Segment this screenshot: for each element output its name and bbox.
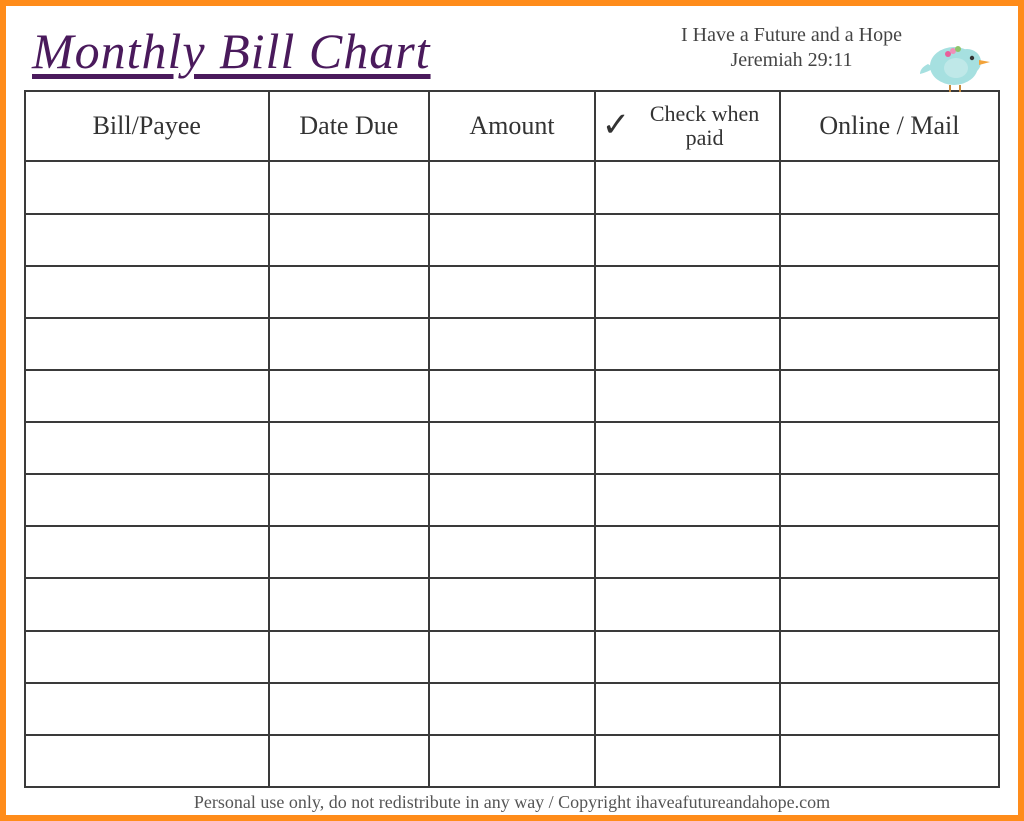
table-cell[interactable] — [269, 735, 430, 787]
table-cell[interactable] — [780, 370, 999, 422]
table-cell[interactable] — [25, 474, 269, 526]
table-cell[interactable] — [780, 214, 999, 266]
table-row — [25, 526, 999, 578]
footer-text: Personal use only, do not redistribute i… — [24, 788, 1000, 815]
table-cell[interactable] — [595, 370, 780, 422]
table-cell[interactable] — [25, 370, 269, 422]
header: Monthly Bill Chart I Have a Future and a… — [24, 18, 1000, 90]
table-cell[interactable] — [269, 578, 430, 630]
table-cell[interactable] — [595, 474, 780, 526]
page: Monthly Bill Chart I Have a Future and a… — [6, 6, 1018, 815]
table-cell[interactable] — [595, 578, 780, 630]
table-cell[interactable] — [269, 161, 430, 213]
table-cell[interactable] — [25, 318, 269, 370]
table-cell[interactable] — [429, 422, 595, 474]
table-cell[interactable] — [25, 422, 269, 474]
table-cell[interactable] — [780, 474, 999, 526]
table-cell[interactable] — [780, 526, 999, 578]
table-cell[interactable] — [269, 631, 430, 683]
bill-table: Bill/Payee Date Due Amount ✓ Check when … — [24, 90, 1000, 788]
table-cell[interactable] — [595, 631, 780, 683]
col-header-payee: Bill/Payee — [25, 91, 269, 161]
table-cell[interactable] — [25, 526, 269, 578]
col-header-check-paid-label: Check when paid — [636, 102, 773, 150]
table-cell[interactable] — [595, 161, 780, 213]
table-cell[interactable] — [595, 266, 780, 318]
table-cell[interactable] — [429, 735, 595, 787]
table-cell[interactable] — [780, 578, 999, 630]
table-cell[interactable] — [780, 266, 999, 318]
col-header-check-paid: ✓ Check when paid — [595, 91, 780, 161]
table-cell[interactable] — [780, 422, 999, 474]
table-cell[interactable] — [25, 631, 269, 683]
table-cell[interactable] — [269, 370, 430, 422]
table-cell[interactable] — [269, 474, 430, 526]
col-header-online-mail: Online / Mail — [780, 91, 999, 161]
table-cell[interactable] — [25, 266, 269, 318]
table-row — [25, 214, 999, 266]
table-cell[interactable] — [25, 214, 269, 266]
table-row — [25, 422, 999, 474]
table-row — [25, 631, 999, 683]
table-cell[interactable] — [429, 578, 595, 630]
table-row — [25, 370, 999, 422]
table-cell[interactable] — [595, 422, 780, 474]
table-row — [25, 683, 999, 735]
table-cell[interactable] — [429, 683, 595, 735]
table-cell[interactable] — [595, 735, 780, 787]
table-cell[interactable] — [269, 214, 430, 266]
table-cell[interactable] — [780, 683, 999, 735]
table-cell[interactable] — [595, 318, 780, 370]
table-cell[interactable] — [269, 318, 430, 370]
table-cell[interactable] — [780, 631, 999, 683]
table-cell[interactable] — [269, 422, 430, 474]
col-header-date-due: Date Due — [269, 91, 430, 161]
table-row — [25, 735, 999, 787]
table-cell[interactable] — [429, 161, 595, 213]
table-cell[interactable] — [25, 683, 269, 735]
table-cell[interactable] — [25, 735, 269, 787]
tagline: I Have a Future and a Hope Jeremiah 29:1… — [681, 22, 992, 72]
table-cell[interactable] — [269, 266, 430, 318]
table-cell[interactable] — [25, 578, 269, 630]
table-cell[interactable] — [269, 526, 430, 578]
table-cell[interactable] — [429, 526, 595, 578]
table-cell[interactable] — [780, 318, 999, 370]
table-cell[interactable] — [429, 631, 595, 683]
table-row — [25, 161, 999, 213]
col-header-amount: Amount — [429, 91, 595, 161]
table-cell[interactable] — [269, 683, 430, 735]
table-cell[interactable] — [595, 526, 780, 578]
table-cell[interactable] — [429, 318, 595, 370]
table-row — [25, 266, 999, 318]
table-cell[interactable] — [429, 370, 595, 422]
table-cell[interactable] — [780, 735, 999, 787]
table-cell[interactable] — [780, 161, 999, 213]
page-title: Monthly Bill Chart — [32, 22, 431, 80]
table-row — [25, 474, 999, 526]
tagline-line1: I Have a Future and a Hope — [681, 24, 902, 47]
table-header-row: Bill/Payee Date Due Amount ✓ Check when … — [25, 91, 999, 161]
table-row — [25, 318, 999, 370]
table-cell[interactable] — [595, 683, 780, 735]
table-cell[interactable] — [25, 161, 269, 213]
bird-icon — [920, 32, 998, 97]
table-row — [25, 578, 999, 630]
table-cell[interactable] — [429, 474, 595, 526]
table-cell[interactable] — [429, 214, 595, 266]
checkmark-icon: ✓ — [602, 109, 631, 143]
table-cell[interactable] — [429, 266, 595, 318]
tagline-line2: Jeremiah 29:11 — [681, 49, 902, 72]
table-cell[interactable] — [595, 214, 780, 266]
